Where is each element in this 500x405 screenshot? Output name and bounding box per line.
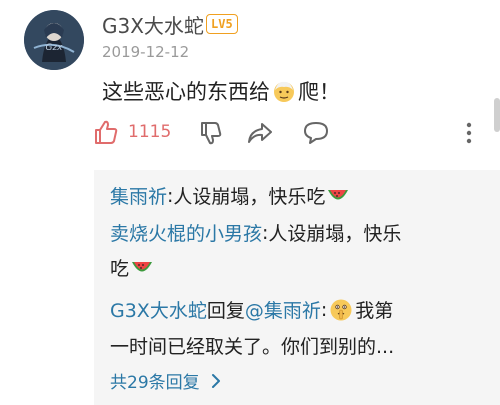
reply-mention[interactable]: @集雨祈 xyxy=(245,296,321,323)
comment-text-before: 这些恶心的东西给 xyxy=(102,80,270,104)
more-button[interactable] xyxy=(464,120,474,150)
more-vertical-icon xyxy=(466,122,472,144)
reply-2-continued[interactable]: 吃 xyxy=(110,254,153,281)
level-badge: LV5 xyxy=(206,14,238,34)
reply-button[interactable] xyxy=(302,120,330,150)
reply-3-continued[interactable]: 一时间已经取关了。你们到别的... xyxy=(110,332,394,359)
thumbs-up-icon xyxy=(95,120,118,144)
share-button[interactable] xyxy=(246,120,274,150)
reply-1[interactable]: 集雨祈 : 人设崩塌，快乐吃 xyxy=(110,182,349,209)
reply-text: 我第 xyxy=(355,300,394,322)
reply-author[interactable]: G3X大水蛇 xyxy=(110,296,207,323)
reply-text: 吃 xyxy=(110,258,130,280)
old-person-emoji-icon xyxy=(274,81,294,102)
thumbs-down-icon xyxy=(201,122,222,145)
avatar[interactable]: Gzx xyxy=(24,10,84,70)
reply-author[interactable]: 集雨祈 xyxy=(110,182,167,209)
shushing-face-emoji-icon xyxy=(330,299,352,320)
chevron-right-icon xyxy=(211,373,220,388)
view-all-replies-label: 共29条回复 xyxy=(110,373,200,393)
comment-date: 2019-12-12 xyxy=(102,43,190,61)
watermelon-icon xyxy=(132,261,153,271)
comment-text-after: 爬！ xyxy=(298,80,340,104)
reply-author[interactable]: 卖烧火棍的小男孩 xyxy=(110,219,262,246)
comment-text: 这些恶心的东西给 爬！ xyxy=(102,76,340,106)
reply-text: 人设崩塌，快乐 xyxy=(268,223,402,245)
username[interactable]: G3X大水蛇 xyxy=(102,10,204,39)
reply-word: 回复 xyxy=(206,300,245,322)
svg-text:Gzx: Gzx xyxy=(45,43,63,53)
like-button[interactable]: 1115 xyxy=(92,118,171,146)
scrollbar[interactable] xyxy=(494,98,500,132)
share-icon xyxy=(248,123,272,143)
comment-bubble-icon xyxy=(304,122,328,144)
reply-2[interactable]: 卖烧火棍的小男孩 : 人设崩塌，快乐 xyxy=(110,219,401,246)
dislike-button[interactable] xyxy=(198,120,224,150)
reply-text: 人设崩塌，快乐吃 xyxy=(173,186,326,208)
watermelon-icon xyxy=(328,189,349,199)
view-all-replies-link[interactable]: 共29条回复 xyxy=(110,368,224,393)
reply-3[interactable]: G3X大水蛇 回复 @集雨祈 : 我第 xyxy=(110,296,393,323)
reply-separator: : xyxy=(320,298,328,321)
action-bar: 1115 xyxy=(92,118,500,150)
reply-text: 一时间已经取关了。你们到别的... xyxy=(110,336,395,358)
replies-box: 集雨祈 : 人设崩塌，快乐吃 卖烧火棍的小男孩 : 人设崩塌，快乐 吃 G3X大… xyxy=(94,170,500,405)
like-count: 1115 xyxy=(128,122,172,142)
